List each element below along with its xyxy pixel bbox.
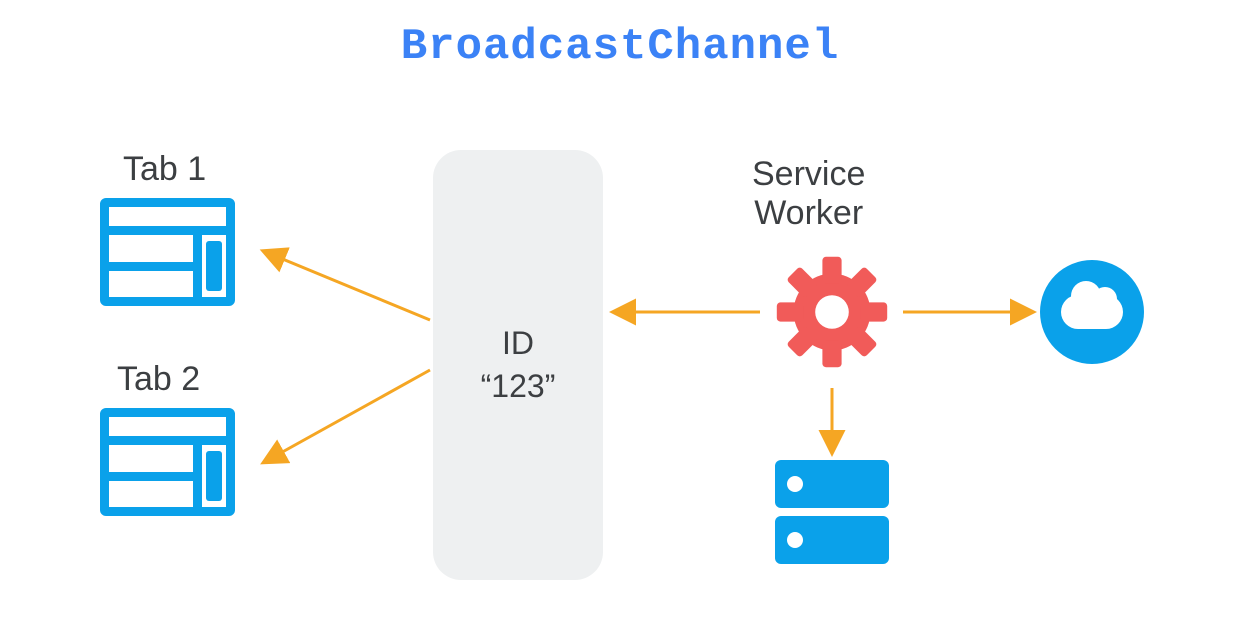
tab-1-label: Tab 1 [123,150,206,189]
channel-id-value: “123” [481,368,556,405]
browser-window-icon [100,198,235,306]
cloud-icon [1040,260,1144,364]
broadcast-channel-node: ID “123” [433,150,603,580]
diagram-stage: BroadcastChannel Tab 1 Tab 2 ID “123” Se… [0,0,1240,628]
server-storage-icon [775,460,889,564]
browser-window-icon [100,408,235,516]
arrow-channel-to-tab2 [268,370,430,460]
gear-icon [772,252,892,372]
service-worker-label: Service Worker [752,155,865,233]
tab-2-label: Tab 2 [117,360,200,399]
channel-id-label: ID [502,325,534,362]
diagram-title: BroadcastChannel [0,22,1240,72]
arrow-channel-to-tab1 [268,253,430,320]
